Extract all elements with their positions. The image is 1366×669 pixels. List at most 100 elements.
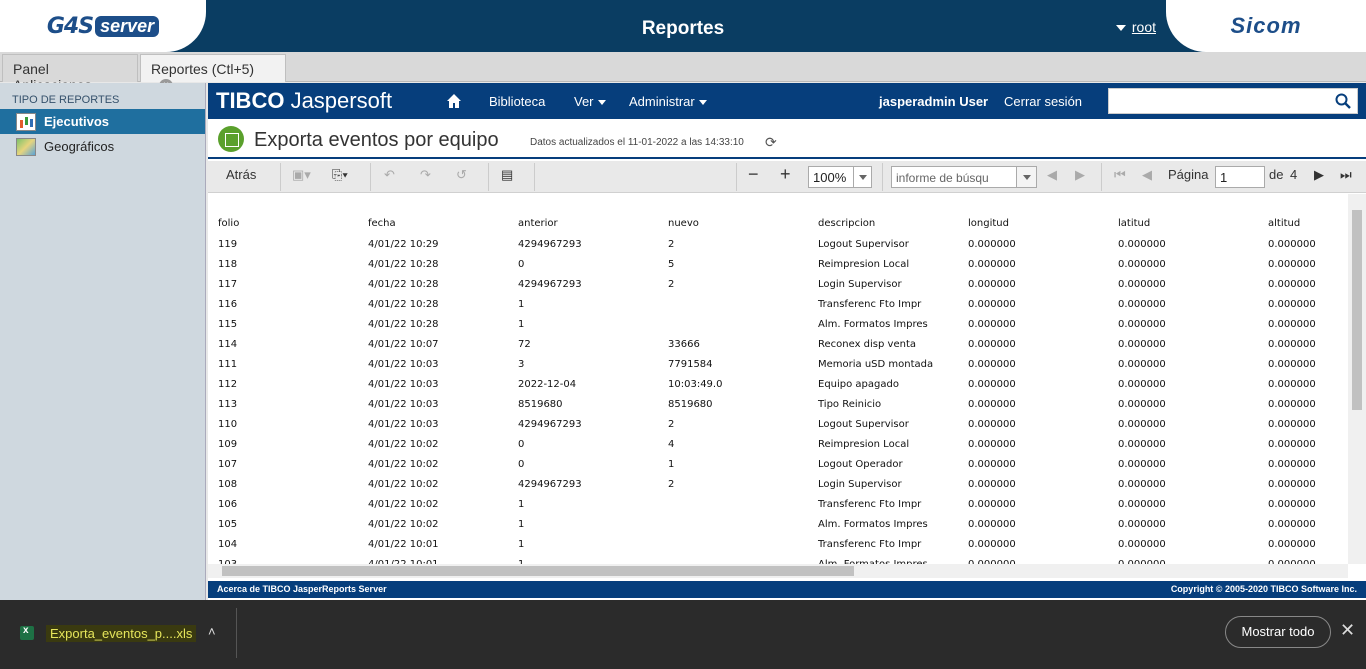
table-cell: Logout Supervisor — [818, 238, 909, 250]
next-page-icon[interactable]: ▶ — [1314, 167, 1324, 183]
table-cell: 4294967293 — [518, 238, 582, 250]
tab-reportes[interactable]: Reportes (Ctl+5)× — [140, 54, 286, 94]
toolbar-divider — [1101, 163, 1102, 191]
scroll-thumb[interactable] — [1352, 210, 1362, 410]
table-cell: 0.000000 — [1268, 278, 1316, 290]
table-cell: 4/01/22 10:28 — [368, 298, 439, 310]
table-cell: 0.000000 — [1118, 538, 1166, 550]
brand-jaspersoft: Jaspersoft — [284, 88, 393, 113]
bar-chart-icon — [16, 112, 36, 131]
sidebar-item-geograficos[interactable]: Geográficos — [0, 134, 205, 159]
about-link[interactable]: Acerca de TIBCO JasperReports Server — [217, 584, 387, 594]
table-cell: 0.000000 — [1268, 458, 1316, 470]
chevron-down-icon[interactable] — [1016, 167, 1036, 187]
nav-biblioteca[interactable]: Biblioteca — [489, 94, 545, 109]
search-prev-icon[interactable]: ◀ — [1047, 167, 1057, 183]
table-cell — [668, 554, 818, 564]
save-icon[interactable]: ▣▾ — [292, 167, 311, 183]
user-name[interactable]: root — [1132, 19, 1156, 35]
nav-user[interactable]: jasperadmin User — [879, 94, 988, 109]
undo-all-icon[interactable]: ↺ — [456, 167, 467, 183]
vertical-scrollbar[interactable] — [1348, 194, 1366, 564]
jaspersoft-logo[interactable]: TIBCO Jaspersoft — [216, 88, 392, 114]
tab-panel-aplicaciones[interactable]: Panel Aplicaciones — [2, 54, 138, 93]
table-cell: 116 — [218, 298, 238, 310]
copyright-text: Copyright © 2005-2020 TIBCO Software Inc… — [1170, 584, 1357, 594]
table-cell: 119 — [218, 238, 238, 250]
user-menu-link[interactable]: root — [1115, 19, 1156, 35]
back-button[interactable]: Atrás — [226, 167, 256, 182]
map-icon — [16, 137, 36, 156]
table-cell: 0.000000 — [968, 438, 1016, 450]
table-cell: 0.000000 — [968, 418, 1016, 430]
table-cell: 0.000000 — [1268, 258, 1316, 270]
download-file-name[interactable]: Exporta_eventos_p....xls — [46, 625, 197, 642]
table-body: 119 4/01/22 10:29 4294967293 2 Logout Superv… — [218, 234, 1328, 565]
table-cell: 10:03:49.0 — [668, 378, 723, 390]
report-search-input[interactable]: informe de búsqu — [891, 166, 1037, 188]
table-cell: 0.000000 — [1118, 378, 1166, 390]
table-cell: 114 — [218, 338, 238, 350]
sidebar-item-ejecutivos[interactable]: Ejecutivos — [0, 109, 205, 134]
table-cell: 4/01/22 10:03 — [368, 418, 439, 430]
table-cell: 2 — [668, 278, 675, 290]
table-cell — [668, 494, 818, 514]
column-header-descripcion: descripcion — [818, 217, 876, 229]
download-item[interactable]: Exporta_eventos_p....xls ˄ — [14, 618, 232, 646]
table-cell — [668, 294, 818, 314]
report-icon — [218, 126, 244, 152]
global-search-input[interactable] — [1108, 88, 1358, 114]
zoom-value: 100% — [813, 170, 847, 185]
table-cell: Logout Operador — [818, 458, 903, 470]
table-cell: Transferenc Fto Impr — [818, 538, 922, 550]
download-bar: Exporta_eventos_p....xls ˄ Mostrar todo … — [0, 600, 1366, 669]
table-cell: 0.000000 — [968, 458, 1016, 470]
table-row: 111 4/01/22 10:03 3 7791584 Memoria uSD mont… — [218, 354, 1328, 374]
table-cell: 1 — [518, 318, 525, 330]
nav-logout[interactable]: Cerrar sesión — [1004, 94, 1082, 109]
table-cell: 4/01/22 10:07 — [368, 338, 439, 350]
column-header-anterior: anterior — [518, 217, 558, 229]
table-cell: 4/01/22 10:02 — [368, 478, 439, 490]
prev-page-icon[interactable]: ◀ — [1142, 167, 1152, 183]
table-cell: 7791584 — [668, 358, 713, 370]
show-all-button[interactable]: Mostrar todo — [1225, 616, 1331, 648]
close-icon[interactable]: ✕ — [1340, 620, 1355, 641]
table-cell: 2 — [668, 238, 675, 250]
table-row: 113 4/01/22 10:03 8519680 8519680 Tipo Reini… — [218, 394, 1328, 414]
scroll-thumb[interactable] — [222, 566, 854, 576]
search-next-icon[interactable]: ▶ — [1075, 167, 1085, 183]
table-cell: 3 — [518, 358, 525, 370]
table-cell — [668, 534, 818, 554]
table-cell: 0.000000 — [1118, 498, 1166, 510]
zoom-out-icon[interactable]: − — [748, 164, 759, 185]
table-cell: 0.000000 — [1118, 418, 1166, 430]
export-icon[interactable]: ⎘▾ — [332, 167, 348, 183]
undo-icon[interactable]: ↶ — [384, 167, 395, 183]
chevron-up-icon[interactable]: ˄ — [208, 624, 216, 639]
table-cell: 4/01/22 10:01 — [368, 558, 439, 565]
table-row: 109 4/01/22 10:02 0 4 Reimpresion Local 0.000… — [218, 434, 1328, 454]
table-cell: Login Supervisor — [818, 478, 902, 490]
nav-administrar[interactable]: Administrar — [629, 94, 707, 109]
table-cell: 0.000000 — [968, 338, 1016, 350]
search-icon[interactable] — [1335, 93, 1351, 109]
home-icon[interactable] — [446, 93, 462, 109]
table-cell: 4/01/22 10:02 — [368, 458, 439, 470]
page-number-input[interactable]: 1 — [1215, 166, 1265, 188]
horizontal-scrollbar[interactable] — [208, 564, 1348, 578]
last-page-icon[interactable]: ⏭ — [1340, 167, 1352, 183]
logo-right-text: Sicom — [1230, 13, 1302, 38]
first-page-icon[interactable]: ⏮ — [1114, 167, 1126, 183]
zoom-select[interactable]: 100% — [808, 166, 872, 188]
nav-ver[interactable]: Ver — [574, 94, 606, 109]
refresh-icon[interactable]: ⟳ — [765, 134, 777, 151]
chevron-down-icon[interactable] — [853, 167, 871, 187]
redo-icon[interactable]: ↷ — [420, 167, 431, 183]
column-header-nuevo: nuevo — [668, 217, 699, 229]
report-toolbar: Atrás ▣▾ ⎘▾ ↶ ↷ ↺ ▤ − + 100% informe de … — [208, 161, 1366, 193]
bookmarks-icon[interactable]: ▤ — [501, 167, 513, 183]
table-cell: 1 — [518, 518, 525, 530]
zoom-in-icon[interactable]: + — [780, 164, 791, 185]
table-row: 105 4/01/22 10:02 1 Alm. Formatos Impres 0.0… — [218, 514, 1328, 534]
